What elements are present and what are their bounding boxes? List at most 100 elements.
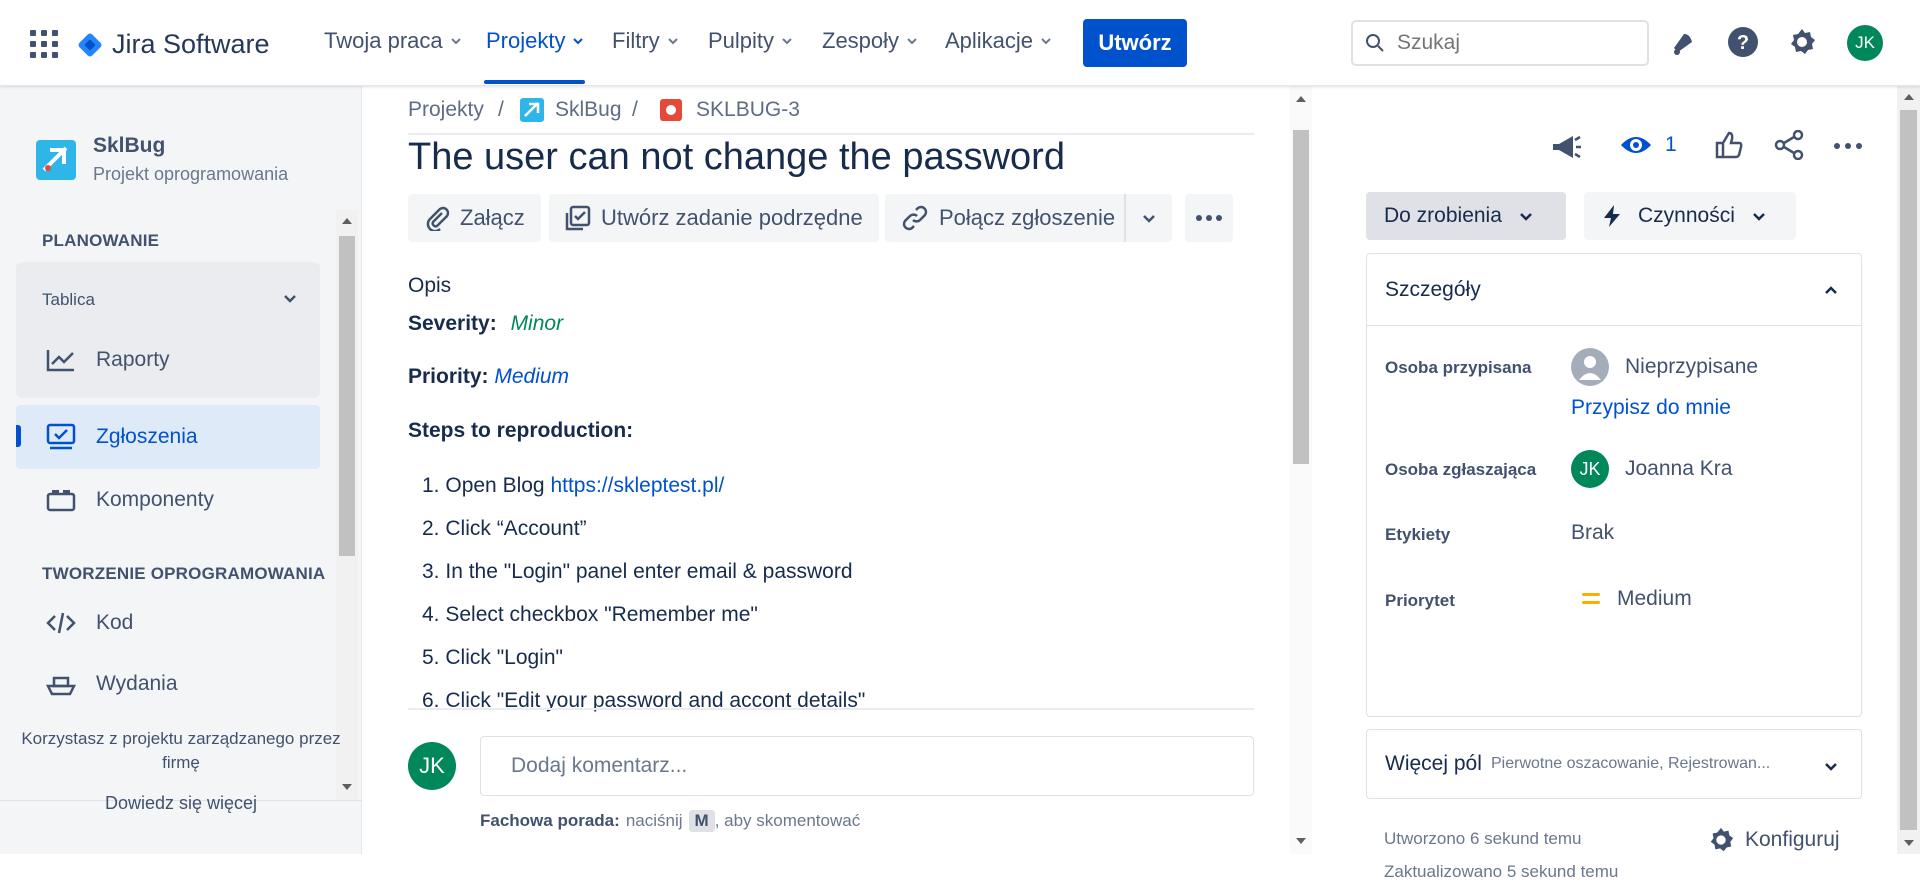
subtask-icon — [565, 205, 591, 231]
scroll-down-arrow-icon[interactable] — [1903, 838, 1915, 848]
nav-filters[interactable]: Filtry — [612, 28, 680, 54]
notifications-icon[interactable] — [1668, 28, 1698, 58]
scrollbar-thumb[interactable] — [339, 236, 355, 556]
board-label[interactable]: Tablica — [42, 290, 95, 310]
scroll-up-arrow-icon[interactable] — [341, 216, 353, 226]
priority-field-value[interactable]: Medium — [1581, 587, 1692, 611]
assign-to-me-link[interactable]: Przypisz do mnie — [1571, 396, 1731, 420]
step-item[interactable]: 3. In the "Login" panel enter email & pa… — [422, 560, 853, 584]
details-card: Szczegóły Osoba przypisana Nieprzypisane… — [1366, 253, 1862, 717]
chevron-down-icon[interactable] — [282, 290, 298, 306]
search-box[interactable] — [1351, 20, 1649, 66]
settings-icon[interactable] — [1787, 27, 1817, 57]
configure-button[interactable]: Konfiguruj — [1707, 826, 1840, 854]
issues-icon — [46, 423, 76, 450]
managed-note-line2: firmę — [162, 753, 200, 772]
window-scrollbar[interactable] — [1897, 86, 1920, 854]
announcement-icon[interactable] — [1549, 132, 1583, 162]
watchers-count: 1 — [1665, 133, 1677, 156]
nav-projects[interactable]: Projekty — [486, 28, 585, 54]
project-avatar-icon — [36, 140, 76, 180]
step-item[interactable]: 2. Click “Account” — [422, 517, 587, 541]
more-fields-card[interactable]: Więcej pól Pierwotne oszacowanie, Rejest… — [1366, 729, 1862, 799]
nav-teams[interactable]: Zespoły — [822, 28, 919, 54]
step-text: Select checkbox "Remember me" — [445, 603, 758, 626]
description-heading: Opis — [408, 274, 452, 297]
scroll-down-arrow-icon[interactable] — [341, 782, 353, 792]
labels-value[interactable]: Brak — [1571, 521, 1614, 545]
blog-link[interactable]: https://skleptest.pl/ — [550, 474, 724, 497]
ship-icon — [46, 676, 76, 696]
status-label: Do zrobienia — [1384, 204, 1502, 227]
reporter-value[interactable]: JK Joanna Kra — [1571, 450, 1732, 488]
nav-filters-label: Filtry — [612, 28, 660, 53]
nav-apps[interactable]: Aplikacje — [945, 28, 1053, 54]
step-text: Open Blog — [445, 474, 551, 497]
section-planning: PLANOWANIE — [42, 231, 160, 250]
details-card-header[interactable]: Szczegóły — [1367, 254, 1861, 326]
breadcrumb-projects[interactable]: Projekty — [408, 98, 484, 122]
project-name[interactable]: SklBug — [93, 134, 165, 158]
nav-dashboards-label: Pulpity — [708, 28, 775, 53]
sidebar-scrollbar[interactable] — [336, 210, 358, 800]
breadcrumb-separator: / — [632, 98, 638, 121]
scrollbar-thumb[interactable] — [1293, 130, 1309, 464]
assignee-value[interactable]: Nieprzypisane — [1571, 348, 1758, 386]
project-small-icon — [520, 98, 544, 122]
configure-label: Konfiguruj — [1745, 828, 1840, 851]
thumbs-up-icon[interactable] — [1714, 130, 1744, 160]
scroll-up-arrow-icon[interactable] — [1903, 92, 1915, 102]
priority-medium-icon — [1582, 593, 1600, 604]
gear-icon — [1710, 827, 1734, 852]
breadcrumb-issue-key[interactable]: SKLBUG-3 — [696, 98, 800, 122]
breadcrumb-separator: / — [498, 98, 504, 121]
scroll-down-arrow-icon[interactable] — [1295, 836, 1307, 846]
chevron-down-icon — [782, 38, 792, 45]
step-item[interactable]: 4. Select checkbox "Remember me" — [422, 603, 758, 627]
user-avatar[interactable]: JK — [1847, 25, 1883, 61]
link-issue-dropdown[interactable] — [1124, 194, 1172, 242]
actions-dropdown[interactable]: Czynności — [1584, 192, 1796, 240]
sidebar-item-issues[interactable]: Zgłoszenia — [16, 405, 320, 469]
sidebar-item-code[interactable]: Kod — [16, 591, 320, 655]
breadcrumb-project[interactable]: SklBug — [555, 98, 622, 122]
priority-line[interactable]: Priority: Medium — [408, 365, 569, 389]
chevron-down-icon — [1752, 213, 1765, 221]
status-dropdown[interactable]: Do zrobienia — [1366, 192, 1566, 240]
comment-avatar: JK — [408, 742, 456, 790]
paperclip-icon — [426, 206, 450, 231]
link-issue-button[interactable]: Połącz zgłoszenie — [885, 194, 1132, 242]
step-item[interactable]: 5. Click "Login" — [422, 646, 563, 670]
scroll-up-arrow-icon[interactable] — [1295, 94, 1307, 104]
sidebar-item-releases[interactable]: Wydania — [16, 652, 320, 716]
more-icon — [1196, 215, 1222, 221]
attach-button[interactable]: Załącz — [408, 194, 541, 242]
share-icon[interactable] — [1774, 130, 1804, 160]
step-number: 1. — [422, 474, 440, 497]
learn-more-link[interactable]: Dowiedz się więcej — [0, 793, 362, 814]
watchers-button[interactable]: 1 — [1619, 132, 1677, 158]
help-icon[interactable]: ? — [1727, 26, 1759, 58]
sidebar-item-components[interactable]: Komponenty — [16, 468, 320, 532]
nav-your-work[interactable]: Twoja praca — [324, 28, 463, 54]
jira-logo[interactable]: Jira Software — [76, 29, 270, 60]
severity-label: Severity: — [408, 312, 497, 335]
content-scrollbar[interactable] — [1290, 86, 1312, 854]
sidebar-item-reports[interactable]: Raporty — [16, 328, 320, 392]
comment-input[interactable]: Dodaj komentarz... — [480, 736, 1254, 796]
details-title: Szczegóły — [1385, 278, 1481, 301]
nav-dashboards[interactable]: Pulpity — [708, 28, 794, 54]
severity-line[interactable]: Severity: Minor — [408, 312, 563, 336]
severity-value: Minor — [510, 312, 564, 335]
search-input[interactable] — [1397, 31, 1617, 55]
step-item[interactable]: 1. Open Blog https://skleptest.pl/ — [422, 474, 724, 498]
more-icon[interactable] — [1833, 142, 1863, 150]
more-actions-button[interactable] — [1185, 194, 1233, 242]
app-switcher-icon[interactable] — [30, 30, 58, 58]
scrollbar-thumb[interactable] — [1900, 110, 1917, 830]
create-subtask-button[interactable]: Utwórz zadanie podrzędne — [549, 194, 879, 242]
chevron-down-icon — [450, 38, 461, 45]
issue-title[interactable]: The user can not change the password — [408, 136, 1065, 179]
step-number: 3. — [422, 560, 440, 583]
create-button[interactable]: Utwórz — [1083, 19, 1187, 67]
